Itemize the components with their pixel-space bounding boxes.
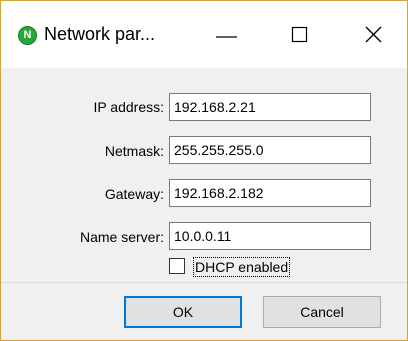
netmask-label: Netmask: (104, 143, 164, 159)
ip-address-label: IP address: (93, 99, 164, 115)
window-title: Network par... (44, 24, 156, 44)
maximize-icon (291, 26, 308, 43)
gateway-field[interactable] (169, 179, 371, 207)
app-icon: N (18, 26, 37, 45)
name-server-label: Name server: (79, 229, 164, 245)
dhcp-enabled-label[interactable]: DHCP enabled (193, 257, 291, 277)
network-form: IP address: Netmask: Gateway: Name serve… (1, 68, 407, 282)
ip-address-field[interactable] (169, 93, 371, 121)
ok-button[interactable]: OK (124, 296, 242, 328)
minimize-button[interactable] (197, 1, 257, 68)
cancel-button[interactable]: Cancel (263, 296, 381, 328)
dhcp-enabled-checkbox[interactable] (169, 258, 185, 274)
netmask-field[interactable] (169, 136, 371, 164)
name-server-field[interactable] (169, 222, 371, 250)
title-bar[interactable]: N Network par... (1, 1, 407, 68)
maximize-button[interactable] (269, 1, 329, 68)
minimize-icon (216, 36, 237, 38)
close-icon (365, 26, 382, 43)
app-icon-letter: N (23, 29, 32, 41)
close-button[interactable] (343, 1, 403, 68)
gateway-label: Gateway: (104, 186, 164, 202)
dialog-footer: OK Cancel (1, 282, 407, 340)
network-parameters-dialog: N Network par... IP address: Netmask: Ga… (0, 0, 408, 341)
